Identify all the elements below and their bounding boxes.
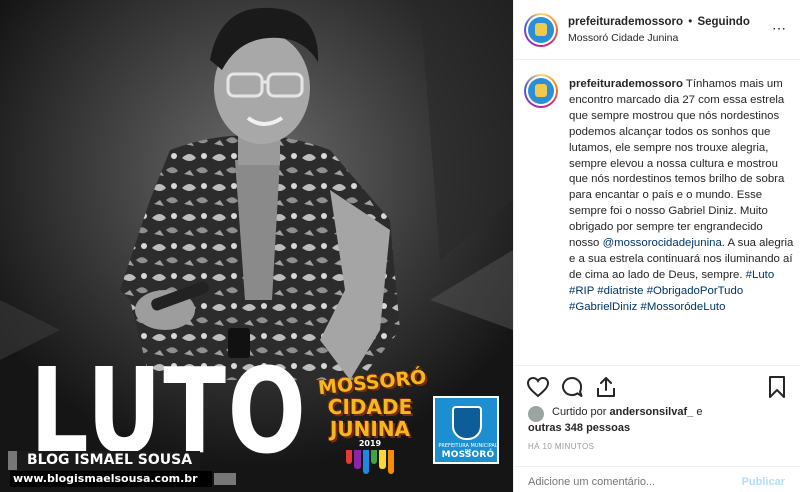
likes-summary: Curtido por andersonsilvaf_ e outras 348…: [514, 403, 800, 437]
post-actions-bar: [514, 365, 800, 405]
post-header: prefeiturademossoro • Seguindo Mossoró C…: [514, 0, 800, 60]
caption-body-part1: Tínhamos mais um encontro marcado dia 27…: [569, 78, 785, 250]
festival-ribbon: [387, 450, 394, 474]
likes-line-2: outras 348 pessoas: [528, 422, 630, 434]
post-timestamp[interactable]: HÁ 10 MINUTOS: [528, 442, 594, 451]
festival-ribbon: [379, 450, 386, 469]
hashtag-link[interactable]: #MossoródeLuto: [641, 301, 726, 313]
liker-username-link[interactable]: andersonsilvaf_: [609, 406, 693, 418]
save-bookmark-icon[interactable]: [765, 375, 789, 399]
festival-ribbon: [370, 450, 378, 464]
city-logo-name: MOSSORÓ: [441, 450, 495, 460]
hashtag-link[interactable]: #diatriste: [597, 285, 643, 297]
festival-logo-line: JUNINA: [329, 417, 411, 441]
city-crest-icon: [452, 406, 482, 440]
hashtag-link[interactable]: #RIP: [569, 285, 594, 297]
liker-avatar[interactable]: [528, 406, 544, 422]
festival-ribbon: [346, 450, 353, 464]
header-separator: •: [688, 16, 693, 28]
header-user-line: prefeiturademossoro • Seguindo: [568, 16, 750, 28]
watermark-tail: [214, 473, 236, 485]
location-link[interactable]: Mossoró Cidade Junina: [568, 32, 678, 44]
caption-username-link[interactable]: prefeiturademossoro: [569, 78, 683, 90]
hashtag-link[interactable]: #Luto: [746, 269, 775, 281]
caption-avatar[interactable]: [524, 74, 558, 108]
likes-prefix: Curtido por: [552, 406, 607, 418]
more-options-icon[interactable]: ⋯: [772, 20, 787, 37]
hashtag-link[interactable]: #ObrigadoPorTudo: [647, 285, 743, 297]
festival-ribbon: [354, 450, 361, 469]
festival-logo-line: CIDADE: [327, 395, 413, 419]
comment-form: Publicar: [514, 466, 800, 492]
following-button[interactable]: Seguindo: [697, 16, 749, 28]
post-image[interactable]: LUTO MOSSORÓ CIDADE JUNINA 2019 PREFEITU…: [0, 0, 513, 492]
comment-input[interactable]: [528, 476, 728, 488]
like-heart-icon[interactable]: [526, 375, 550, 399]
hashtag-link[interactable]: #GabrielDiniz: [569, 301, 637, 313]
festival-ribbon: [362, 450, 369, 474]
publish-button[interactable]: Publicar: [742, 476, 785, 488]
comment-bubble-icon[interactable]: [560, 375, 584, 399]
likes-joiner: e: [696, 406, 703, 418]
mention-link[interactable]: @mossorocidadejunina: [603, 237, 722, 249]
prefeitura-mossoro-logo: PREFEITURA MUNICIPAL DE MOSSORÓ: [433, 396, 499, 464]
post-caption: prefeiturademossoro Tínhamos mais um enc…: [514, 60, 800, 363]
blog-watermark-title: BLOG ISMAEL SOUSA: [8, 451, 201, 470]
likes-line-1: Curtido por andersonsilvaf_ e: [552, 406, 702, 418]
blog-watermark-url: www.blogismaelsousa.com.br: [10, 471, 236, 487]
mossoro-cidade-junina-logo: MOSSORÓ CIDADE JUNINA 2019: [317, 366, 427, 474]
other-likers-link[interactable]: outras 348 pessoas: [528, 422, 630, 434]
header-username-link[interactable]: prefeiturademossoro: [568, 16, 683, 28]
caption-text: prefeiturademossoro Tínhamos mais um enc…: [569, 77, 795, 316]
festival-ribbons: [346, 450, 394, 474]
blog-url-text: www.blogismaelsousa.com.br: [13, 472, 198, 485]
account-avatar[interactable]: [524, 13, 558, 47]
share-upload-icon[interactable]: [594, 375, 618, 399]
post-side-panel: prefeiturademossoro • Seguindo Mossoró C…: [513, 0, 800, 492]
festival-logo-year: 2019: [358, 439, 382, 448]
